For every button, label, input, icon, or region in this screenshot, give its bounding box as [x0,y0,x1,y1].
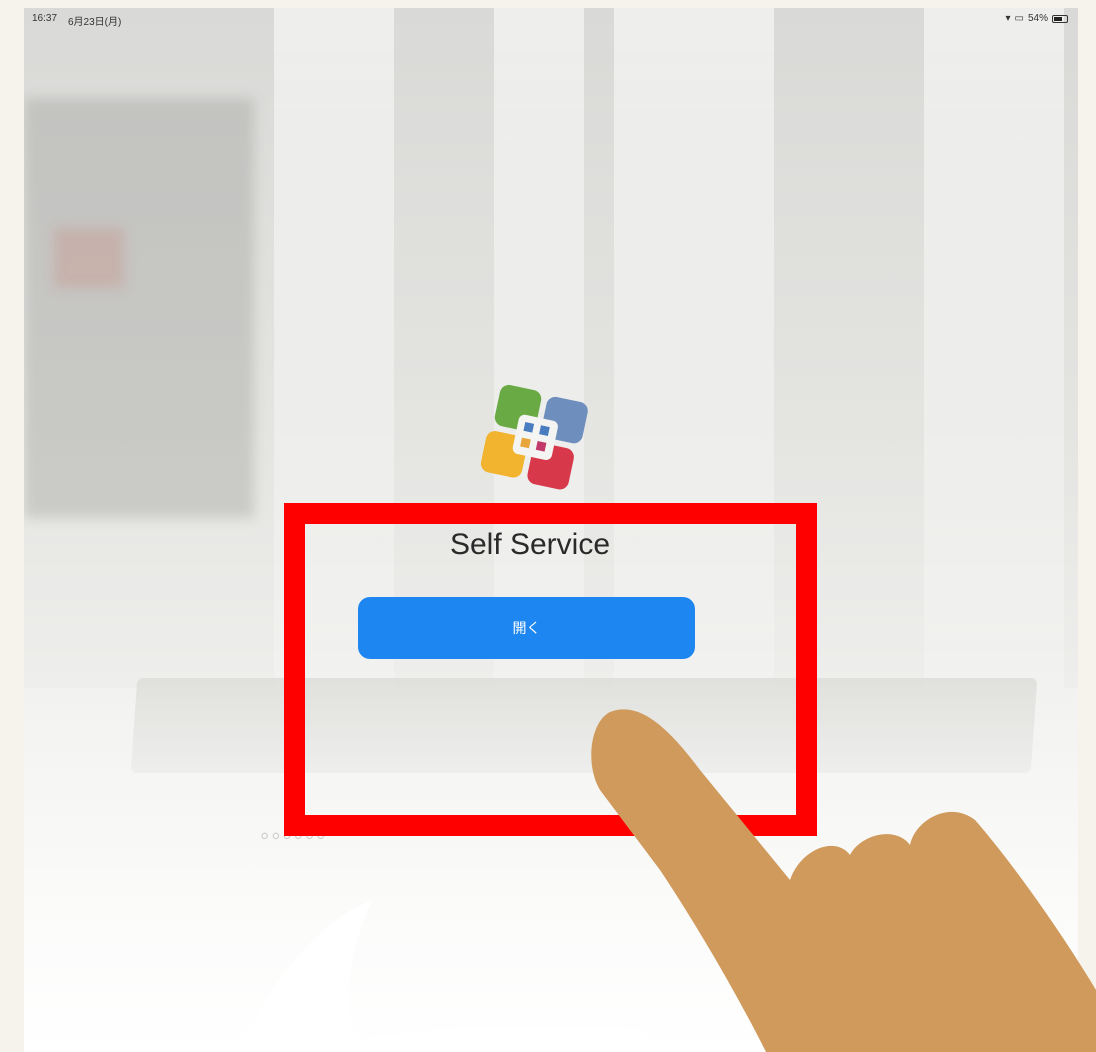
status-date: 6月23日(月) [68,17,122,28]
icon-dot [520,437,531,449]
background-shelf [24,98,254,518]
status-indicators: ▾ ▭ 54% [1005,13,1068,24]
background-pillar [924,8,1064,728]
status-bar: 16:37 6月23日(月) ▾ ▭ 54% [24,8,1078,30]
highlight-box [284,503,817,836]
background-object [54,228,124,288]
icon-center [512,414,558,461]
signal-icon: ▭ [1014,13,1024,24]
battery-percent: 54% [1027,13,1048,24]
status-time: 16:37 [32,13,58,24]
icon-dot [535,440,547,452]
icon-dot [539,425,550,436]
wifi-icon: ▾ [1005,13,1011,24]
battery-icon [1052,14,1068,23]
icon-dot [523,421,535,433]
self-service-app-icon [480,384,588,490]
